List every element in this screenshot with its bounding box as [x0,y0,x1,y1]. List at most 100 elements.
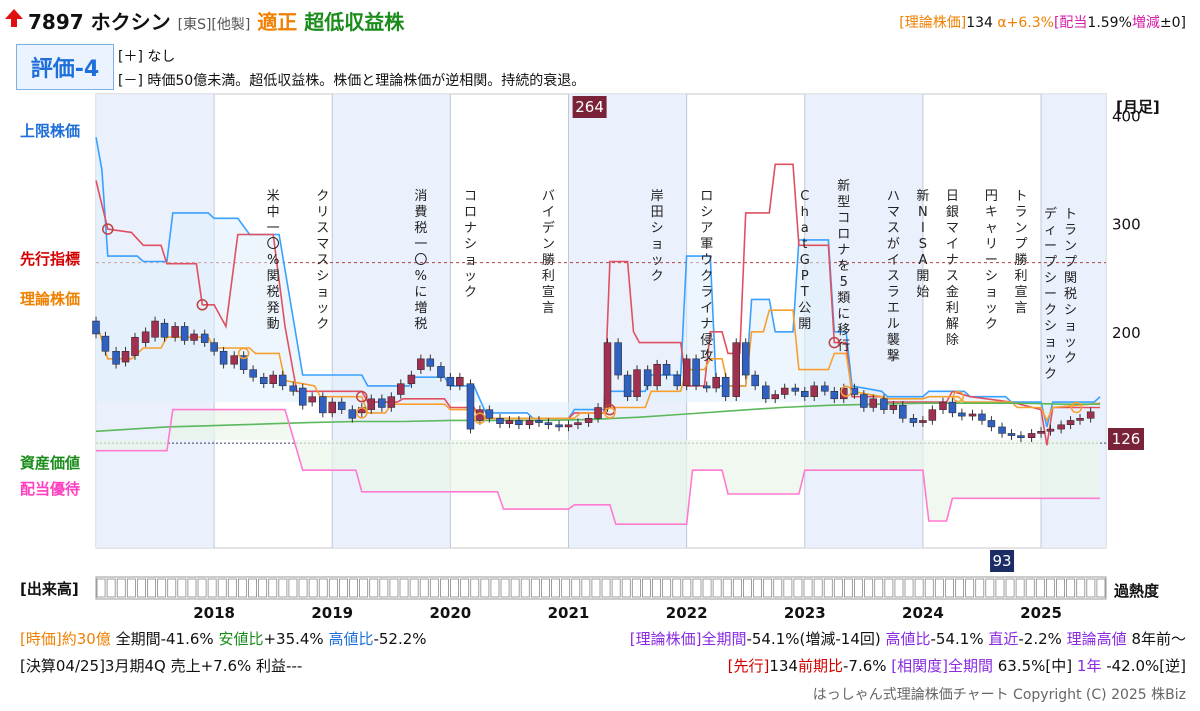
volume-bar [197,578,207,598]
candle-body [643,369,652,387]
volume-bar [854,578,864,598]
event-char: ラ [700,285,713,300]
footer-l1r-seg: 理論高値 [1066,630,1127,648]
event-char: ョ [1064,319,1077,334]
event-char: 撃 [887,348,900,364]
candle-body [1086,411,1095,419]
candle-body [397,383,405,395]
footer-l2r-seg: [相関度]全期間 [891,657,993,675]
event-char: 関 [1064,271,1077,286]
candle-body [367,398,375,410]
volume-bar [136,578,146,598]
candle-body [249,369,257,378]
event-char: プ [1014,237,1027,252]
event-char: ク [985,317,998,332]
event-char: 始 [916,285,929,300]
candle-body [446,376,455,387]
event-char: ョ [464,253,477,268]
event-label: ロシア軍ウクライナ侵攻 [700,189,713,364]
candle-body [682,358,691,387]
volume-bar [1046,578,1055,598]
candle-body [131,336,139,356]
candle-body [702,385,711,389]
candle-body [909,418,918,423]
candle-body [151,320,159,338]
volume-bar [379,578,389,598]
volume-bar [904,578,914,598]
volume-bar [702,578,712,598]
event-label: 消費税一〇%に増税 [414,189,427,332]
event-char: 〇 [414,253,427,268]
candle-body [762,385,770,400]
volume-bar [419,578,429,598]
candle-body [112,351,120,365]
event-label: トランプ勝利宣言 [1014,189,1027,316]
event-char: ク [651,269,664,284]
candle-body [1007,433,1016,436]
volume-bar [530,578,540,598]
event-char: シ [316,269,329,284]
event-char: 税 [414,317,427,332]
candle-body [673,374,681,387]
volume-bar [116,578,126,598]
event-char: 侵 [700,332,713,348]
volume-bar [308,578,318,598]
volume-bar [662,578,672,598]
footer-l2r-seg: 134 [769,657,798,675]
event-label: ハマスがイスラエル襲撃 [887,189,900,364]
footer-l2r-seg: -7.6% [842,657,892,675]
event-char: ク [1044,303,1057,318]
event-char: ク [700,269,713,284]
volume-bar [500,578,510,598]
volume-bar [399,578,409,598]
footer-l1r-seg: 8年前～ [1126,630,1186,648]
event-char: 類 [837,291,850,306]
volume-bar [439,578,449,598]
event-char: 開 [798,317,811,332]
volume-bar [672,578,682,598]
candle-body [485,409,494,419]
candle-body [515,420,523,426]
event-char: 5 [840,275,848,290]
event-label: 日銀マイナス金利解除 [946,189,959,348]
candle-body [230,355,238,365]
event-char: a [801,221,809,236]
event-char: ッ [316,301,329,316]
footer-l1l-seg: [時価] [20,630,62,648]
footer-line1-right: [理論株価]全期間-54.1%(増減-14回) 高値比-54.1% 直近-2.2… [630,628,1186,649]
candle-body [298,387,307,406]
candle-body [751,374,759,387]
candle-body [780,387,789,395]
event-char: 金 [946,284,959,300]
event-char: 中 [267,205,280,220]
candle-body [1037,431,1045,434]
event-char: ー [1044,287,1057,302]
event-char: を [837,259,850,274]
x-tick-label: 2022 [666,604,708,622]
event-char: ー [1044,239,1057,254]
event-char: 税 [267,285,280,300]
volume-bar [541,578,550,598]
event-label: トランプ関税ショック [1064,207,1077,366]
candle-body [880,398,888,410]
volume-bar [934,578,944,598]
volume-bars [95,576,1107,600]
event-char: 襲 [887,332,900,348]
event-char: 利 [946,301,959,316]
candle-body [614,342,622,376]
event-char: 関 [267,269,280,284]
volume-bar [1086,578,1096,598]
volume-bar [551,578,561,598]
volume-bar [743,578,752,598]
candle-body [584,418,593,423]
event-char: ャ [985,221,998,236]
candle-body [860,394,868,408]
event-char: ッ [651,253,664,268]
event-char: ハ [887,189,900,204]
event-char: ク [1044,367,1057,382]
event-char: コ [837,211,850,226]
candle-body [378,398,386,408]
event-label: バイデン勝利宣言 [542,189,555,316]
volume-bar [1015,578,1025,598]
volume-bar [682,578,692,598]
